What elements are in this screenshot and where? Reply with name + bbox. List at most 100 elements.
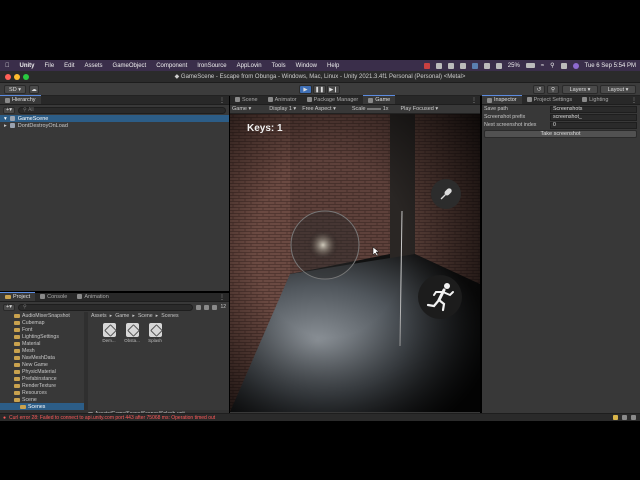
create-button[interactable]: +▾ bbox=[3, 106, 15, 114]
layers-dropdown[interactable]: Layers ▾ bbox=[562, 85, 598, 94]
history-icon[interactable]: ↺ bbox=[533, 85, 545, 94]
menubar-clock[interactable]: Tue 6 Sep 5:54 PM bbox=[585, 63, 636, 69]
menu-help[interactable]: Help bbox=[322, 63, 344, 69]
asset-scene-file[interactable]: Obsta... bbox=[123, 323, 141, 343]
search-icon[interactable]: ⚲ bbox=[547, 85, 559, 94]
progress-icon[interactable] bbox=[622, 415, 627, 420]
tab-lighting[interactable]: Lighting bbox=[577, 95, 613, 104]
tab-inspector[interactable]: Inspector bbox=[482, 95, 522, 104]
folder-item[interactable]: Mesh bbox=[14, 347, 84, 354]
folder-item[interactable]: NavMeshData bbox=[14, 354, 84, 361]
tab-console[interactable]: Console bbox=[35, 292, 72, 301]
breadcrumb-item[interactable]: Game bbox=[115, 313, 129, 319]
panel-menu-icon[interactable]: ⋮ bbox=[219, 97, 229, 104]
folder-item[interactable]: New Game bbox=[14, 361, 84, 368]
display-mode-dropdown[interactable]: Game ▾ bbox=[232, 106, 251, 112]
battery-icon[interactable] bbox=[525, 63, 535, 68]
menu-applovin[interactable]: AppLovin bbox=[232, 63, 267, 69]
package-icon bbox=[306, 97, 312, 102]
folder-item-selected[interactable]: Scenes bbox=[0, 403, 84, 410]
folder-item[interactable]: Resources bbox=[14, 389, 84, 396]
menu-ironsource[interactable]: IronSource bbox=[192, 63, 231, 69]
take-screenshot-button[interactable]: Take screenshot bbox=[484, 130, 637, 138]
folder-item[interactable]: Material bbox=[14, 340, 84, 347]
hierarchy-item-gamescene[interactable]: ▾ GameScene bbox=[0, 115, 229, 122]
tray-app-icon[interactable] bbox=[471, 62, 478, 69]
tab-hierarchy[interactable]: Hierarchy bbox=[0, 95, 41, 104]
control-center-icon[interactable] bbox=[560, 62, 567, 69]
tab-animation[interactable]: Animation bbox=[72, 292, 113, 301]
status-message[interactable]: Curl error 28: Failed to connect to api.… bbox=[9, 415, 215, 421]
asset-scene-file[interactable]: Splash bbox=[146, 323, 164, 343]
panel-menu-icon[interactable]: ⋮ bbox=[631, 97, 640, 104]
scale-control[interactable]: Scale 1x bbox=[352, 106, 389, 112]
menu-component[interactable]: Component bbox=[151, 63, 192, 69]
tray-app-icon[interactable] bbox=[459, 62, 466, 69]
account-dropdown[interactable]: SD ▾ bbox=[4, 85, 26, 94]
layout-dropdown[interactable]: Layout ▾ bbox=[600, 85, 636, 94]
siri-icon[interactable] bbox=[572, 62, 579, 69]
menu-file[interactable]: File bbox=[40, 63, 60, 69]
play-mode-dropdown[interactable]: Play Focused ▾ bbox=[401, 106, 439, 112]
folder-item[interactable]: LightingSettings bbox=[14, 333, 84, 340]
tray-app-icon[interactable] bbox=[483, 62, 490, 69]
tab-project-settings[interactable]: Project Settings bbox=[522, 95, 578, 104]
wifi-icon[interactable]: ≈ bbox=[541, 63, 544, 69]
tab-scene[interactable]: Scene bbox=[230, 95, 263, 104]
folder-item[interactable]: AudioMixerSnapshot bbox=[14, 312, 84, 319]
menu-window[interactable]: Window bbox=[291, 63, 322, 69]
favorite-star-icon[interactable] bbox=[212, 304, 218, 310]
save-path-field[interactable]: Screenshots bbox=[550, 105, 637, 113]
breadcrumb-item[interactable]: Assets bbox=[91, 313, 107, 319]
cloud-icon[interactable]: ☁ bbox=[29, 85, 39, 94]
menu-tools[interactable]: Tools bbox=[267, 63, 291, 69]
folder-item[interactable]: Cubemap bbox=[14, 319, 84, 326]
folder-icon bbox=[20, 404, 26, 409]
display-dropdown[interactable]: Display 1 ▾ bbox=[269, 106, 296, 112]
panel-menu-icon[interactable]: ⋮ bbox=[219, 294, 229, 301]
pause-button[interactable]: ❚❚ bbox=[313, 85, 326, 94]
create-asset-button[interactable]: +▾ bbox=[3, 303, 15, 311]
expand-arrow-icon[interactable]: ▾ bbox=[4, 116, 7, 122]
joystick-knob[interactable] bbox=[307, 229, 339, 261]
aspect-dropdown[interactable]: Free Aspect ▾ bbox=[302, 106, 336, 112]
tray-app-icon[interactable] bbox=[495, 62, 502, 69]
breadcrumb-item[interactable]: Scene bbox=[138, 313, 153, 319]
hierarchy-search-input[interactable]: ⚲ All bbox=[18, 106, 226, 114]
menu-app-unity[interactable]: Unity bbox=[15, 63, 40, 69]
next-index-field[interactable]: 0 bbox=[550, 121, 637, 129]
game-viewport[interactable]: Keys: 1 bbox=[230, 114, 480, 412]
warning-icon[interactable] bbox=[613, 415, 618, 420]
filter-type-icon[interactable] bbox=[196, 304, 202, 310]
folder-item[interactable]: PhysicMaterial bbox=[14, 368, 84, 375]
project-search-input[interactable]: ⚲ bbox=[18, 303, 194, 311]
tab-game[interactable]: Game bbox=[363, 95, 396, 104]
search-icon[interactable]: ⚲ bbox=[550, 62, 554, 69]
tray-app-icon[interactable] bbox=[435, 62, 442, 69]
apple-icon[interactable]:  bbox=[0, 63, 15, 69]
asset-scene-file[interactable]: Dem... bbox=[100, 323, 118, 343]
menu-assets[interactable]: Assets bbox=[80, 63, 108, 69]
tab-project[interactable]: Project bbox=[0, 292, 36, 301]
menu-gameobject[interactable]: GameObject bbox=[108, 63, 152, 69]
folder-item[interactable]: Font bbox=[14, 326, 84, 333]
folder-item[interactable]: Prefabinstance bbox=[14, 375, 84, 382]
tray-app-icon[interactable] bbox=[447, 62, 454, 69]
debug-icon[interactable] bbox=[631, 415, 636, 420]
folder-item[interactable]: Scene bbox=[14, 396, 84, 403]
scale-slider[interactable] bbox=[367, 107, 382, 110]
folder-item[interactable]: RenderTexture bbox=[14, 382, 84, 389]
expand-arrow-icon[interactable]: ▸ bbox=[4, 123, 7, 129]
breadcrumb-item[interactable]: Scenes bbox=[161, 313, 178, 319]
filter-label-icon[interactable] bbox=[204, 304, 210, 310]
property-screenshot-prefix: Screenshot prefix screenshot_ bbox=[482, 113, 640, 121]
tab-animator[interactable]: Animator bbox=[263, 95, 302, 104]
hierarchy-item-dontdestroyonload[interactable]: ▸ DontDestroyOnLoad bbox=[0, 122, 229, 129]
tray-app-icon[interactable] bbox=[423, 62, 430, 69]
play-button[interactable]: ▶ bbox=[299, 85, 312, 94]
panel-menu-icon[interactable]: ⋮ bbox=[471, 97, 480, 104]
screenshot-prefix-field[interactable]: screenshot_ bbox=[550, 113, 637, 121]
menu-edit[interactable]: Edit bbox=[59, 63, 79, 69]
step-button[interactable]: ▶❙ bbox=[327, 85, 340, 94]
tab-package-manager[interactable]: Package Manager bbox=[302, 95, 364, 104]
